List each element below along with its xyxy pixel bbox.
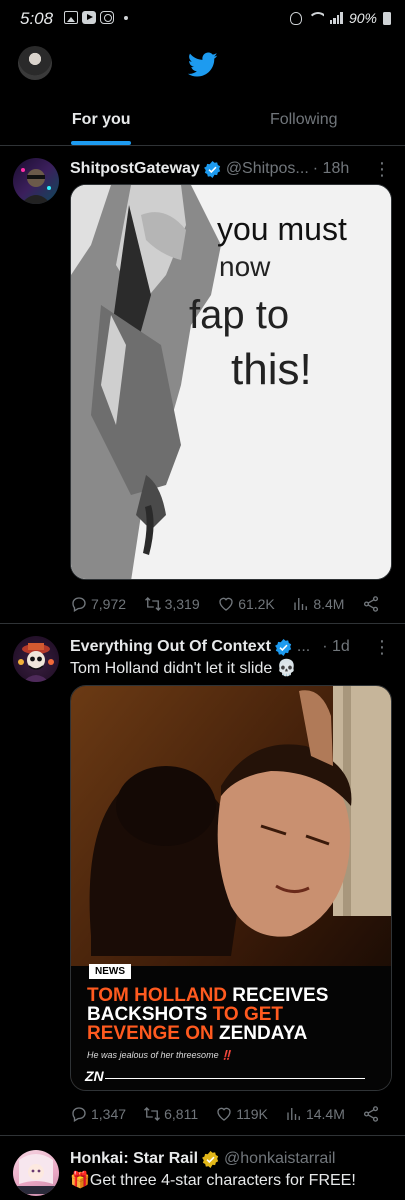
- subline-mark: ‼️: [221, 1050, 233, 1060]
- tweet-header: ShitpostGateway @Shitpos... · 18h ⋮: [70, 158, 391, 180]
- gallery-icon: [64, 11, 78, 24]
- share-button[interactable]: [362, 595, 380, 613]
- tab-label: Following: [269, 110, 338, 128]
- author-name[interactable]: Everything Out Of Context: [70, 638, 271, 656]
- alarm-icon: [289, 11, 302, 25]
- author-name[interactable]: Honkai: Star Rail: [70, 1150, 198, 1168]
- system-icons: 90%: [289, 10, 391, 26]
- author-avatar[interactable]: [13, 158, 59, 204]
- author-avatar[interactable]: [13, 1150, 59, 1196]
- instagram-icon: [100, 11, 114, 24]
- share-icon: [363, 1106, 379, 1122]
- reply-icon: [72, 1107, 86, 1122]
- tweet-header: Everything Out Of Context ... · 1d ⋮: [70, 636, 391, 658]
- news-subline: He was jealous of her threesome ‼️: [87, 1050, 232, 1061]
- more-notifications-icon: [124, 15, 128, 20]
- verified-gold-badge-icon: [202, 1150, 219, 1168]
- repost-count: 3,319: [164, 596, 200, 612]
- repost-button[interactable]: 3,319: [144, 595, 200, 613]
- news-tag: NEWS: [89, 964, 131, 979]
- tweet[interactable]: Everything Out Of Context ... · 1d ⋮ Tom…: [0, 624, 405, 1136]
- news-headline: TOM HOLLAND RECEIVES BACKSHOTS TO GET RE…: [87, 986, 377, 1043]
- profile-avatar-button[interactable]: [18, 46, 52, 80]
- share-icon: [363, 596, 379, 612]
- repost-icon: [144, 1107, 161, 1121]
- heart-icon: [217, 1107, 231, 1121]
- reply-icon: [72, 597, 86, 612]
- views-button[interactable]: 8.4M: [292, 595, 344, 613]
- headline-part: RECEIVES: [227, 985, 329, 1006]
- reply-button[interactable]: 7,972: [70, 595, 126, 613]
- reply-count: 7,972: [91, 596, 127, 612]
- divider: [105, 1078, 365, 1079]
- twitter-bird-icon[interactable]: [188, 52, 218, 78]
- headline-part: TO GET: [207, 1004, 284, 1025]
- like-button[interactable]: 119K: [215, 1105, 268, 1123]
- repost-count: 6,811: [164, 1106, 199, 1122]
- timeline-tabs: For you Following: [0, 94, 405, 146]
- tweet-actions: 1,347 6,811 119K 14.4M: [70, 1102, 380, 1126]
- tab-following[interactable]: Following: [203, 94, 405, 145]
- tweet-media-image[interactable]: NEWS TOM HOLLAND RECEIVES BACKSHOTS TO G…: [70, 685, 392, 1091]
- view-count: 14.4M: [305, 1106, 345, 1122]
- author-handle[interactable]: @honkaistarrail: [224, 1150, 335, 1168]
- view-count: 8.4M: [313, 596, 345, 612]
- headline-part: ZENDAYA: [213, 1023, 308, 1044]
- author-handle[interactable]: ...: [297, 638, 310, 656]
- views-chart-icon: [287, 1108, 300, 1120]
- tweet-text: 🎁Get three 4-star characters for FREE!: [70, 1172, 356, 1189]
- tweet-actions: 7,972 3,319 61.2K 8.4M: [70, 592, 380, 616]
- verified-badge-icon: [274, 638, 292, 656]
- repost-button[interactable]: 6,811: [143, 1105, 198, 1123]
- tweet-text: Tom Holland didn't let it slide 💀: [70, 660, 297, 677]
- share-button[interactable]: [362, 1105, 380, 1123]
- tweet-media-image[interactable]: you must now fap to this!: [70, 184, 392, 580]
- heart-icon: [219, 597, 233, 611]
- views-button[interactable]: 14.4M: [285, 1105, 345, 1123]
- meme-text-line: fap to: [189, 293, 290, 337]
- tweet-time[interactable]: · 1d: [322, 638, 350, 656]
- status-time: 5:08: [20, 9, 54, 28]
- tab-for-you[interactable]: For you: [0, 94, 203, 145]
- youtube-icon: [82, 11, 96, 24]
- like-count: 61.2K: [238, 596, 275, 612]
- verified-badge-icon: [203, 160, 220, 178]
- headline-part: REVENGE ON: [87, 1023, 214, 1044]
- meme-text-line: now: [219, 251, 271, 282]
- author-handle[interactable]: @Shitpos...: [226, 160, 309, 178]
- battery-icon: [383, 11, 391, 25]
- tweet[interactable]: ShitpostGateway @Shitpos... · 18h ⋮ you …: [0, 146, 405, 624]
- like-count: 119K: [236, 1106, 268, 1122]
- meme-text-line: you must: [217, 211, 347, 247]
- reply-button[interactable]: 1,347: [70, 1105, 126, 1123]
- battery-percent: 90%: [348, 10, 377, 26]
- tweet-time[interactable]: · 18h: [313, 160, 349, 178]
- meme-text-line: this!: [231, 345, 312, 394]
- reply-count: 1,347: [91, 1106, 127, 1122]
- wifi-icon: [307, 12, 324, 24]
- headline-part: BACKSHOTS: [87, 1004, 208, 1025]
- subline-text: He was jealous of her threesome: [87, 1050, 219, 1060]
- like-button[interactable]: 61.2K: [217, 595, 275, 613]
- more-options-icon[interactable]: ⋮: [373, 159, 391, 180]
- more-options-icon[interactable]: ⋮: [373, 637, 391, 658]
- headline-part: TOM HOLLAND: [87, 985, 228, 1006]
- signal-icon: [329, 12, 343, 24]
- app-header: [0, 36, 405, 94]
- tab-label: For you: [71, 110, 131, 128]
- author-avatar[interactable]: [13, 636, 59, 682]
- tweet[interactable]: Honkai: Star Rail @honkaistarrail 🎁Get t…: [0, 1136, 405, 1200]
- zn-logo: ZN: [85, 1068, 104, 1084]
- tweet-header: Honkai: Star Rail @honkaistarrail: [70, 1148, 391, 1170]
- repost-icon: [144, 597, 161, 611]
- views-chart-icon: [294, 598, 308, 610]
- status-bar: 5:08 90%: [0, 0, 405, 36]
- notification-icons: [64, 11, 128, 24]
- active-tab-indicator: [71, 141, 132, 145]
- author-name[interactable]: ShitpostGateway: [70, 160, 200, 178]
